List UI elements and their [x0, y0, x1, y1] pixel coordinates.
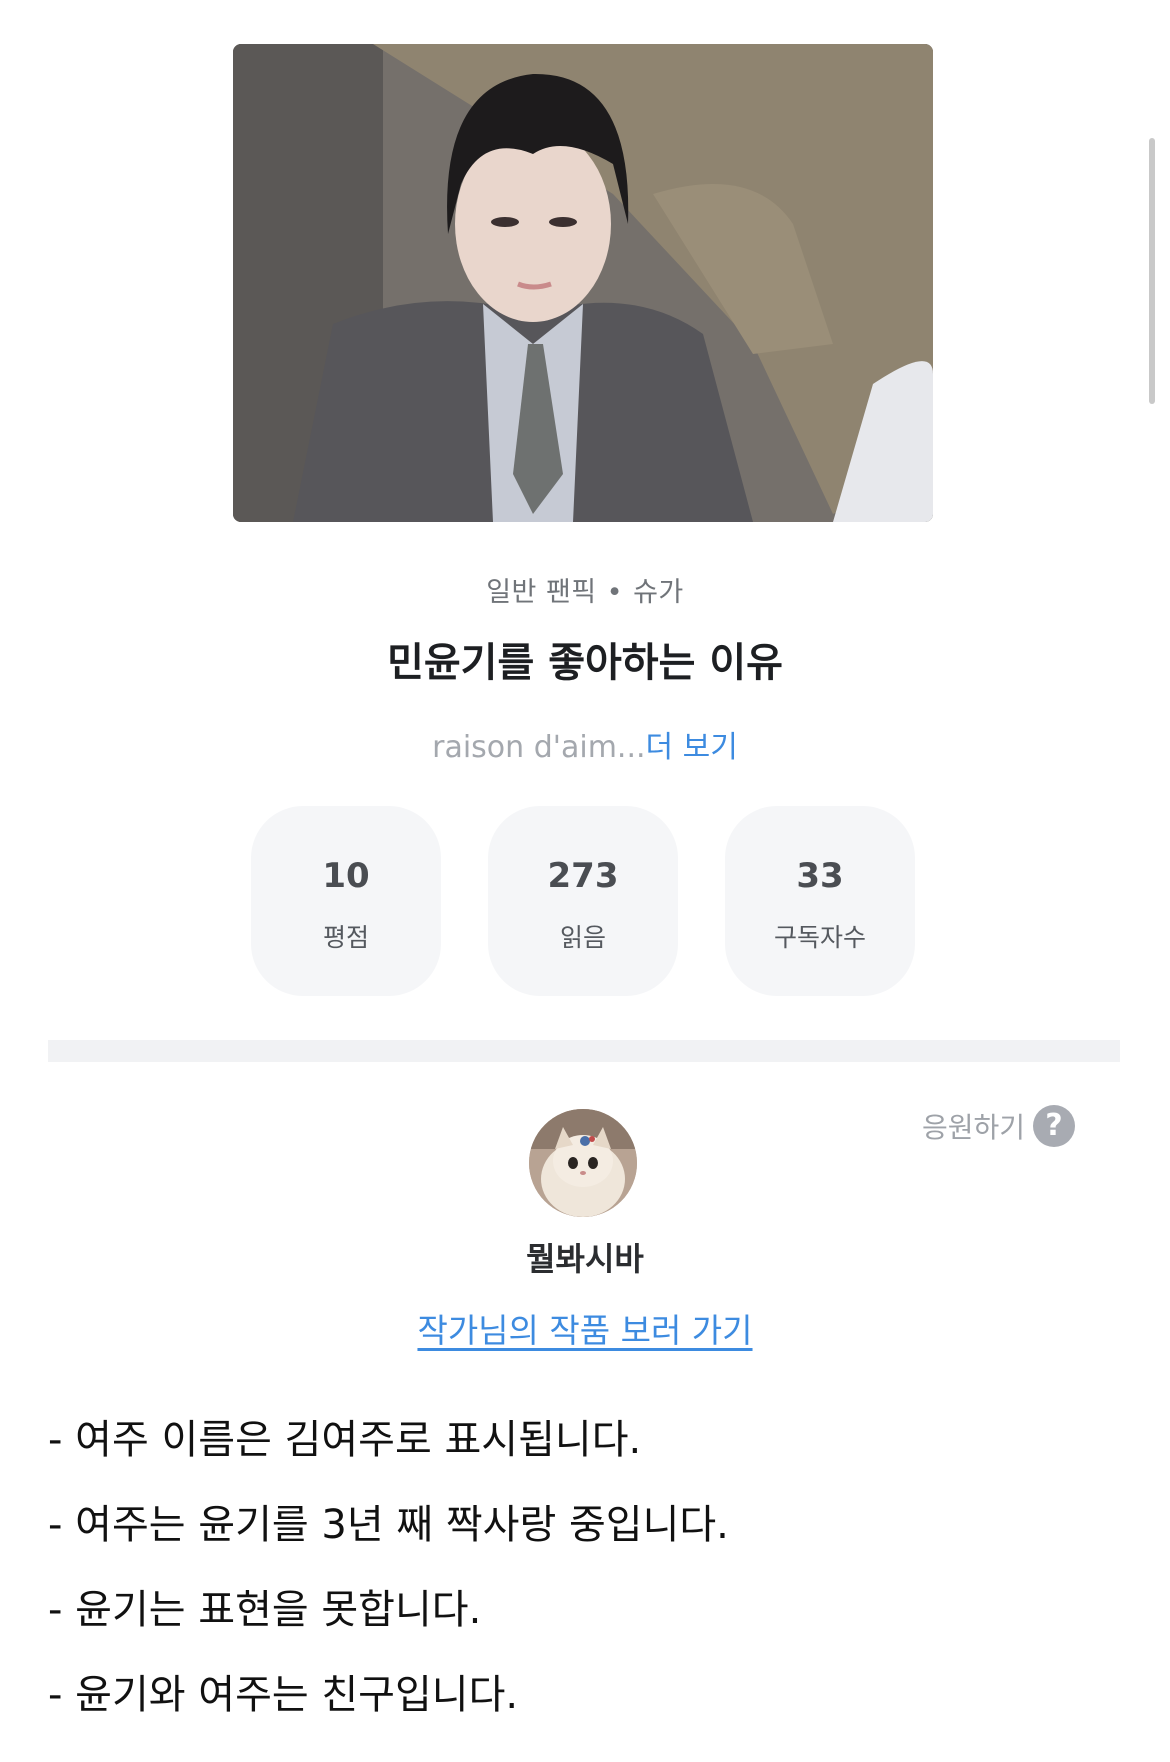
cat-avatar-illustration — [529, 1109, 637, 1217]
support-button[interactable]: 응원하기 ? — [922, 1105, 1075, 1147]
note-item: - 여주 이름은 김여주로 표시됩니다. — [48, 1417, 642, 1463]
more-button[interactable]: 더 보기 — [646, 730, 738, 765]
note-item: - 윤기는 표현을 못합니다. — [48, 1587, 482, 1633]
intro-notes: - 여주 이름은 김여주로 표시됩니다. - 여주는 윤기를 3년 째 짝사랑 … — [48, 1410, 1128, 1750]
stat-subscribers: 33 구독자수 — [725, 806, 915, 996]
work-description: raison d'aim...더 보기 — [0, 722, 1170, 766]
stat-reads: 273 읽음 — [488, 806, 678, 996]
author-works-link[interactable]: 작가님의 작품 보러 가기 — [0, 1304, 1170, 1352]
work-title: 민윤기를 좋아하는 이유 — [387, 640, 783, 686]
section-divider — [48, 1040, 1120, 1062]
stat-label: 구독자수 — [773, 923, 866, 952]
stat-label: 평점 — [322, 923, 369, 952]
member-label: 슈가 — [633, 577, 684, 608]
stat-value: 10 — [322, 856, 370, 896]
work-meta: 일반 팬픽 • 슈가 — [0, 570, 1170, 609]
note-item: - 윤기와 여주는 친구입니다. — [48, 1672, 519, 1718]
stat-rating: 10 평점 — [251, 806, 441, 996]
author-avatar[interactable] — [529, 1109, 637, 1217]
cover-image[interactable] — [233, 44, 933, 522]
genre-label: 일반 팬픽 — [486, 577, 597, 608]
stat-value: 273 — [547, 856, 619, 896]
cover-illustration — [233, 44, 933, 522]
scrollbar[interactable] — [1149, 138, 1155, 404]
stat-value: 33 — [796, 856, 844, 896]
author-name[interactable]: 뭘봐시바 — [0, 1234, 1170, 1280]
separator-dot: • — [606, 577, 624, 608]
help-icon[interactable]: ? — [1033, 1105, 1075, 1147]
note-item: - 여주는 윤기를 3년 째 짝사랑 중입니다. — [48, 1502, 729, 1548]
stats-row: 10 평점 273 읽음 33 구독자수 — [251, 806, 915, 996]
stat-label: 읽음 — [559, 923, 606, 952]
description-preview: raison d'aim... — [432, 730, 646, 765]
support-label: 응원하기 — [921, 1111, 1025, 1144]
